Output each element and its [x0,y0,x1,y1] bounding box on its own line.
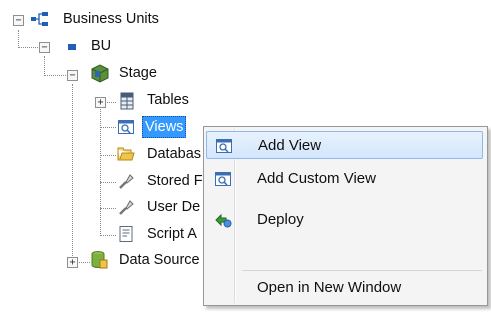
tree-node-stored-procedures[interactable]: Stored F [145,171,205,191]
tree-connector [72,84,73,264]
tree-connector [44,56,45,76]
menu-item-label: Add Custom View [257,170,376,187]
tree-connector [100,235,116,236]
tree-node-data-source[interactable]: Data Source [117,250,202,270]
tree-node-stage[interactable]: Stage [117,63,159,83]
context-menu: Add View Add Custom View Deploy Open in … [203,126,488,306]
collapse-toggle-business-units[interactable]: − [13,15,24,26]
menu-item-blank[interactable] [206,240,483,268]
menu-item-label: Open in New Window [257,279,402,296]
menu-item-open-in-new-window[interactable]: Open in New Window [206,274,483,302]
tree-connector [18,30,19,48]
tree-node-database[interactable]: Databas [145,144,203,164]
user-defined-function-icon [117,198,135,216]
tree-node-user-defined[interactable]: User De [145,197,202,217]
tree-connector [100,127,116,128]
unit-icon [63,38,81,56]
view-icon [117,118,135,136]
menu-separator [242,270,482,271]
tree-node-business-units[interactable]: Business Units [61,9,161,29]
expand-toggle-data-source[interactable]: + [67,257,78,268]
stage-cube-icon [89,63,109,83]
menu-item-label: Add View [258,137,322,154]
tree-connector [100,182,116,183]
tree-node-tables[interactable]: Tables [145,90,191,110]
view-icon [214,170,232,188]
menu-item-label: Deploy [257,211,304,228]
data-source-icon [89,250,108,269]
menu-item-add-view[interactable]: Add View [206,131,483,159]
menu-item-add-custom-view[interactable]: Add Custom View [206,165,483,193]
tree-node-bu[interactable]: BU [89,36,113,56]
tree-node-script-actions[interactable]: Script A [145,224,199,244]
hierarchy-icon [30,10,48,28]
tree-connector [100,208,116,209]
view-icon [215,137,233,155]
script-icon [117,225,135,243]
tree-connector [100,155,116,156]
expand-toggle-tables[interactable]: + [95,97,106,108]
tables-icon [118,92,136,110]
tree-connector [44,75,66,76]
folder-icon [117,145,135,163]
stored-procedure-icon [117,172,135,190]
collapse-toggle-stage[interactable]: − [67,70,78,81]
collapse-toggle-bu[interactable]: − [39,42,50,53]
menu-item-deploy[interactable]: Deploy [206,206,483,234]
tree-node-views[interactable]: Views [142,116,187,138]
tree-connector [18,47,38,48]
deploy-icon [214,211,232,229]
